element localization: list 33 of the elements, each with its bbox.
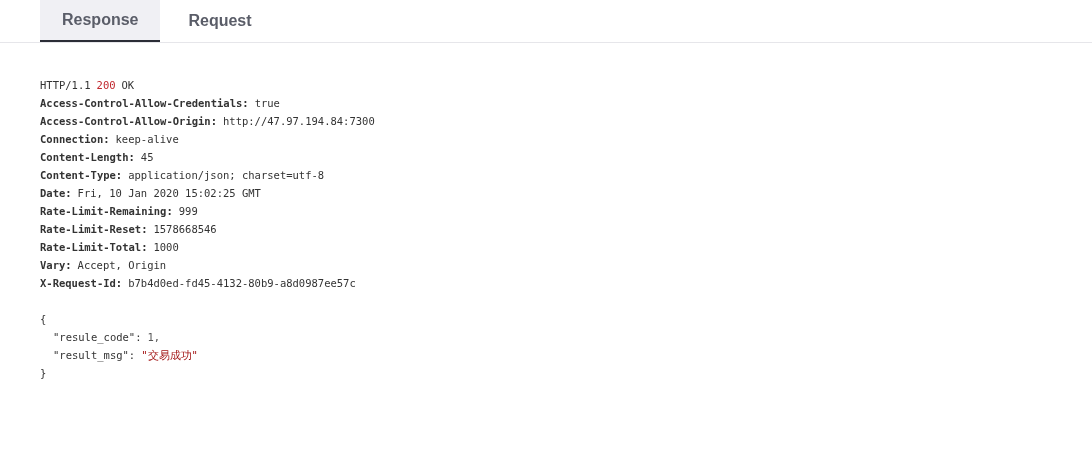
header-value: 1000: [153, 240, 179, 255]
json-value: "交易成功": [141, 348, 198, 363]
header-value: keep-alive: [115, 132, 179, 147]
header-name: Content-Type:: [40, 168, 123, 183]
header-name: Vary:: [40, 258, 72, 273]
header-value: 45: [140, 150, 154, 165]
header-name: Date:: [40, 186, 72, 201]
json-brace: {: [40, 312, 47, 327]
header-name: Access-Control-Allow-Credentials:: [40, 96, 249, 111]
header-name: Content-Length:: [40, 150, 135, 165]
header-name: X-Request-Id:: [40, 276, 123, 291]
json-key: "resule_code":: [53, 328, 142, 346]
header-value: Accept, Origin: [77, 258, 167, 273]
json-value: 1,: [147, 330, 161, 345]
header-value: Fri, 10 Jan 2020 15:02:25 GMT: [77, 186, 261, 201]
header-value: http://47.97.194.84:7300: [223, 114, 375, 129]
header-name: Rate-Limit-Total:: [40, 240, 148, 255]
header-value: 999: [178, 204, 198, 219]
header-name: Rate-Limit-Reset:: [40, 222, 148, 237]
status-reason: OK: [121, 78, 135, 93]
header-name: Connection:: [40, 132, 110, 147]
protocol-text: HTTP/1.1: [40, 78, 91, 93]
json-key: "result_msg":: [53, 346, 136, 364]
header-value: application/json; charset=utf-8: [128, 168, 325, 183]
header-name: Access-Control-Allow-Origin:: [40, 114, 217, 129]
json-brace: }: [40, 366, 47, 381]
header-value: 1578668546: [153, 222, 217, 237]
tab[interactable]: Request: [166, 0, 274, 42]
header-name: Rate-Limit-Remaining:: [40, 204, 173, 219]
tab[interactable]: Response: [40, 0, 161, 42]
header-value: true: [254, 96, 280, 111]
status-code: 200: [96, 78, 116, 93]
header-value: b7b4d0ed-fd45-4132-80b9-a8d0987ee57c: [128, 276, 356, 291]
